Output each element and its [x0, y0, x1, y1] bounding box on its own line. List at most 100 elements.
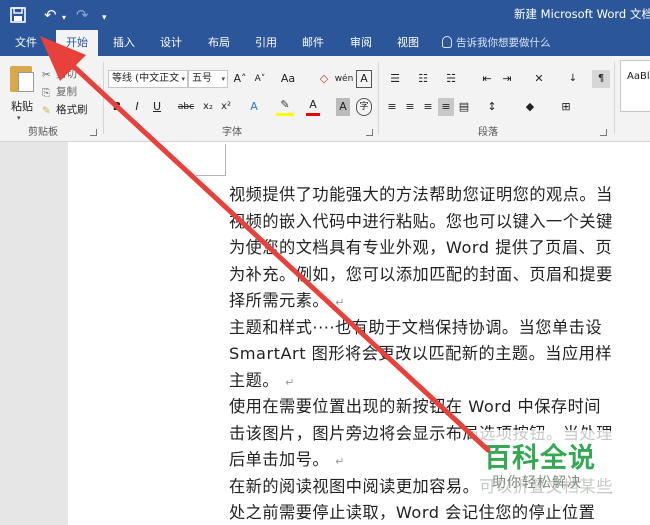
shrink-font-button[interactable]: A˅ — [252, 70, 268, 88]
document-line-text: 视频提供了功能强大的方法帮助您证明您的观点。当 — [229, 185, 613, 204]
watermark: 百科全说 助你轻松解决 — [472, 430, 612, 500]
numbering-icon[interactable]: ☷ — [412, 70, 434, 88]
line-spacing-icon[interactable]: ↕ — [482, 98, 502, 116]
paste-button[interactable]: 粘贴 — [11, 98, 33, 114]
document-line[interactable]: 为使您的文档具有专业外观，Word 提供了页眉、页 — [229, 234, 612, 258]
cut-button[interactable]: ✂ 剪切 — [42, 66, 77, 81]
tab-file[interactable]: 文件 — [4, 30, 48, 56]
superscript-button[interactable]: x² — [218, 98, 234, 116]
subscript-button[interactable]: x₂ — [200, 98, 216, 116]
tab-mailings[interactable]: 邮件 — [292, 30, 334, 56]
text-effects-button[interactable]: A — [246, 98, 262, 116]
document-line[interactable]: 视频提供了功能强大的方法帮助您证明您的观点。当 — [229, 181, 613, 205]
font-name-value: 等线 (中文正文 — [112, 73, 180, 84]
font-size-value: 五号 — [192, 73, 212, 84]
clipboard-launcher-icon[interactable] — [90, 129, 97, 136]
font-name-select[interactable]: 等线 (中文正文 ▾ — [108, 70, 188, 88]
font-color-button[interactable]: A — [306, 98, 320, 116]
tab-layout[interactable]: 布局 — [198, 30, 240, 56]
phonetic-guide-button[interactable]: wén — [334, 70, 354, 88]
grow-font-button[interactable]: A˄ — [232, 70, 248, 88]
distributed-icon[interactable]: ▤ — [456, 98, 472, 116]
underline-button[interactable]: U — [150, 98, 164, 116]
font-launcher-icon[interactable] — [366, 129, 373, 136]
watermark-title: 百科全说 — [484, 443, 596, 474]
document-line[interactable]: 择所需元素。 ↵ — [229, 287, 345, 311]
format-painter-button[interactable]: ✎ 格式刷 — [42, 102, 88, 117]
style-gallery-item[interactable]: AaBl — [620, 60, 650, 112]
format-painter-label: 格式刷 — [56, 104, 88, 116]
document-line[interactable]: 主题。 ↵ — [229, 367, 295, 391]
group-divider — [378, 62, 379, 134]
redo-icon[interactable]: ↷ — [76, 5, 89, 25]
italic-button[interactable]: I — [130, 98, 144, 116]
tab-home[interactable]: 开始 — [56, 30, 98, 56]
document-line[interactable]: 使用在需要位置出现的新按钮在 Word 中保存时间 — [229, 393, 601, 417]
document-line[interactable]: 为补充。例如，您可以添加匹配的封面、页眉和提要 — [229, 261, 613, 285]
brush-icon: ✎ — [42, 105, 51, 117]
paragraph-group-label: 段落 — [478, 127, 498, 138]
document-line-text: 主题。 — [229, 370, 280, 390]
shading-icon[interactable]: ◆ — [520, 98, 540, 116]
clear-format-icon[interactable]: ◇ — [316, 70, 332, 88]
copy-icon: ⎘ — [42, 87, 51, 99]
document-line[interactable]: 主题和样式····也有助于文档保持协调。当您单击设 — [229, 314, 602, 338]
paste-dropdown-icon[interactable]: ▾ — [17, 114, 21, 122]
paragraph-mark: ↵ — [335, 455, 345, 468]
justify-icon[interactable]: ≡ — [438, 98, 454, 116]
save-icon[interactable] — [10, 7, 26, 23]
document-line-text: 处之前需要停止读取，Word 会记住您的停止位置 — [229, 503, 596, 522]
tell-me-label: 告诉我你想要做什么 — [456, 37, 551, 49]
paragraph-mark: ↵ — [335, 296, 345, 309]
align-center-icon[interactable]: ≡ — [402, 98, 418, 116]
ribbon-tabs: 文件 开始 插入 设计 布局 引用 邮件 审阅 视图 告诉我你想要做什么 — [0, 30, 650, 56]
paste-icon[interactable] — [10, 66, 34, 92]
ribbon: 粘贴 ▾ ✂ 剪切 ⎘ 复制 ✎ 格式刷 剪贴板 等线 (中文正文 ▾ 五号 ▾ A˄ A… — [0, 56, 650, 142]
tab-references[interactable]: 引用 — [246, 30, 286, 56]
copy-button[interactable]: ⎘ 复制 — [42, 84, 77, 99]
align-right-icon[interactable]: ≡ — [420, 98, 436, 116]
copy-label: 复制 — [56, 86, 77, 98]
document-line[interactable]: SmartArt 图形将会更改以匹配新的主题。当应用样 — [229, 340, 612, 364]
tell-me-search[interactable]: 告诉我你想要做什么 — [442, 30, 551, 56]
document-line[interactable]: 后单击加号。 ↵ — [229, 446, 345, 470]
undo-dropdown-icon[interactable]: ▾ — [62, 8, 66, 28]
increase-indent-icon[interactable]: ⇥ — [498, 70, 516, 88]
sort-icon[interactable]: ↓ — [564, 70, 582, 88]
scissors-icon: ✂ — [42, 69, 51, 81]
bullets-icon[interactable]: ☰ — [384, 70, 406, 88]
customize-toolbar-icon[interactable]: ▾ — [102, 8, 107, 28]
document-line-text: 主题和样式····也有助于文档保持协调。当您单击设 — [229, 317, 603, 337]
multilevel-list-icon[interactable]: ☵ — [440, 70, 462, 88]
tab-view[interactable]: 视图 — [388, 30, 428, 56]
chevron-down-icon: ▾ — [221, 75, 225, 83]
clipboard-group: 粘贴 ▾ ✂ 剪切 ⎘ 复制 ✎ 格式刷 剪贴板 — [0, 60, 102, 140]
document-line[interactable]: 处之前需要停止读取，Word 会记住您的停止位置 — [229, 499, 595, 523]
tab-design[interactable]: 设计 — [150, 30, 192, 56]
decrease-indent-icon[interactable]: ⇤ — [478, 70, 496, 88]
change-case-button[interactable]: Aa — [276, 70, 300, 88]
document-line-text: SmartArt 图形将会更改以匹配新的主题。当应用样 — [229, 344, 613, 363]
show-marks-icon[interactable]: ¶ — [592, 70, 610, 88]
enclose-char-button[interactable]: 字 — [356, 98, 372, 116]
tab-insert[interactable]: 插入 — [104, 30, 144, 56]
cut-label: 剪切 — [56, 68, 77, 80]
font-size-select[interactable]: 五号 ▾ — [188, 70, 228, 88]
paragraph-mark: ↵ — [285, 375, 295, 389]
tab-review[interactable]: 审阅 — [340, 30, 382, 56]
char-border-button[interactable]: A — [356, 70, 372, 88]
align-left-icon[interactable]: ≡ — [384, 98, 400, 116]
chevron-down-icon: ▾ — [181, 75, 185, 83]
strikethrough-button[interactable]: abc — [176, 98, 196, 116]
highlight-icon[interactable]: ✎ — [276, 98, 294, 116]
document-line-text: 为补充。例如，您可以添加匹配的封面、页眉和提要 — [229, 264, 613, 284]
borders-icon[interactable]: ⊞ — [556, 98, 576, 116]
char-shading-button[interactable]: A — [336, 98, 350, 116]
bold-button[interactable]: B — [110, 98, 124, 116]
paragraph-launcher-icon[interactable] — [600, 129, 607, 136]
chinese-layout-icon[interactable]: ✕ — [528, 70, 550, 88]
document-line-text: 为使您的文档具有专业外观，Word 提供了页眉、页 — [229, 238, 612, 257]
title-bar: ↶ ▾ ↷ ▾ 新建 Microsoft Word 文档 — [0, 0, 650, 30]
document-line[interactable]: 视频的嵌入代码中进行粘贴。您也可以键入一个关键 — [229, 208, 613, 232]
undo-icon[interactable]: ↶ — [44, 5, 57, 25]
